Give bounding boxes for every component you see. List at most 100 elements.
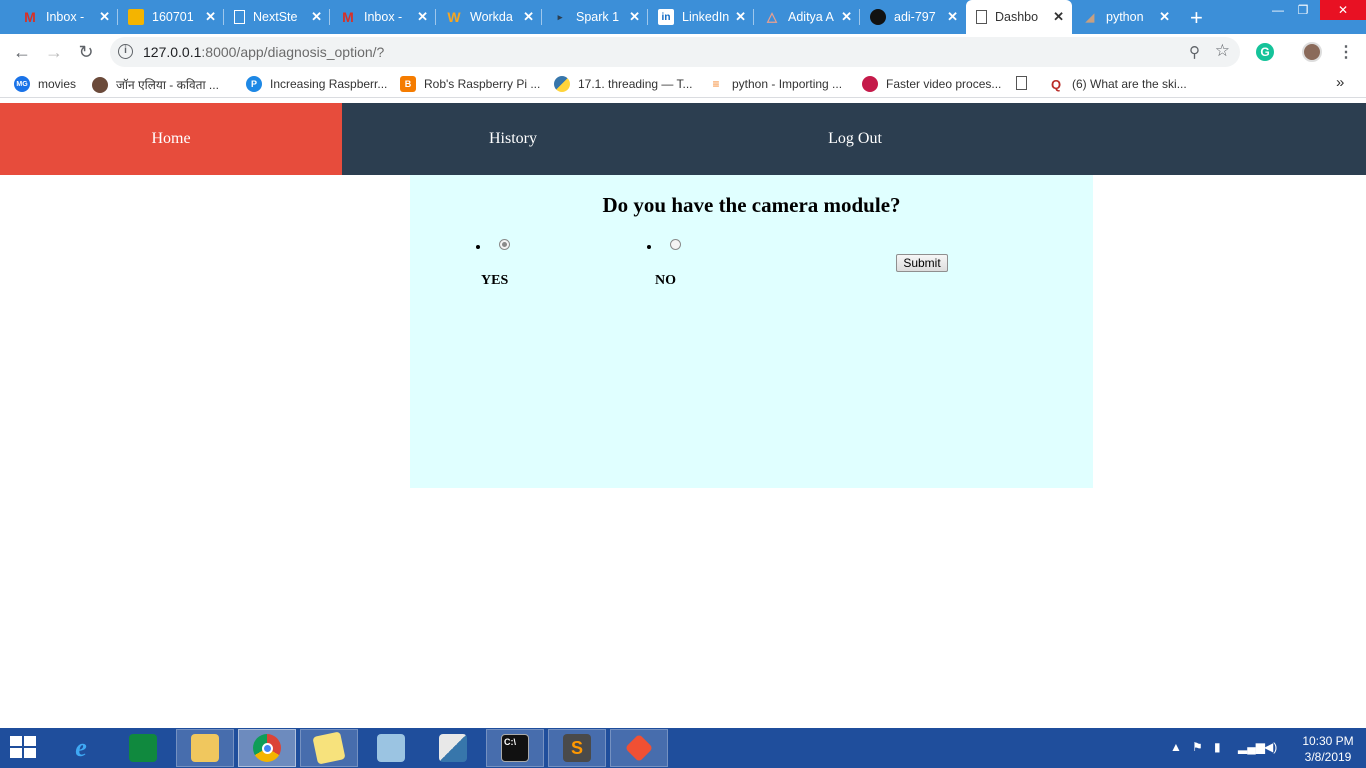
new-tab-icon[interactable]: +: [1190, 5, 1203, 31]
profile-avatar[interactable]: [1302, 42, 1322, 62]
drive-icon: △: [767, 9, 777, 24]
tab-inbox-1[interactable]: M Inbox - ✕: [12, 0, 118, 34]
bookmark-label: 17.1. threading — T...: [578, 77, 693, 91]
tab-title: Workda: [470, 10, 513, 24]
tab-dashboard[interactable]: Dashbo ✕: [966, 0, 1072, 34]
taskbar-cmd[interactable]: C:\: [486, 729, 544, 767]
bookmark-label: (6) What are the ski...: [1072, 77, 1187, 91]
action-center-flag-icon[interactable]: ⚑: [1192, 740, 1203, 754]
tab-title: python: [1106, 10, 1144, 24]
bookmark-robs-raspberry[interactable]: B Rob's Raspberry Pi ...: [400, 76, 540, 92]
tab-title: adi-797: [894, 10, 936, 24]
tab-title: NextSte: [253, 10, 298, 24]
label-no: NO: [655, 273, 676, 288]
minimize-icon[interactable]: —: [1270, 0, 1286, 20]
show-hidden-icons[interactable]: ▲: [1170, 740, 1182, 754]
tab-nextstep[interactable]: NextSte ✕: [224, 0, 330, 34]
battery-icon[interactable]: ▮: [1214, 740, 1221, 754]
tab-title: Dashbo: [995, 10, 1039, 24]
tab-workday[interactable]: W Workda ✕: [436, 0, 542, 34]
windows-taskbar: e C:\ S ▲ ⚑ ▮ ▂▄▆ ◀) 10:30 PM 3/8/2019: [0, 728, 1366, 768]
bookmark-label: python - Importing ...: [732, 77, 843, 91]
bookmark-threading[interactable]: 17.1. threading — T...: [554, 76, 693, 92]
tab-160701[interactable]: 160701 ✕: [118, 0, 224, 34]
taskbar-sublime[interactable]: S: [548, 729, 606, 767]
tab-title: Inbox -: [364, 10, 403, 24]
bookmark-python-importing[interactable]: ≡ python - Importing ...: [708, 76, 842, 92]
nav-history[interactable]: History: [342, 103, 684, 175]
close-tab-icon[interactable]: ✕: [311, 9, 322, 25]
control-panel-icon: [377, 734, 405, 762]
close-tab-icon[interactable]: ✕: [1053, 9, 1064, 25]
forward-icon[interactable]: →: [44, 42, 64, 62]
close-tab-icon[interactable]: ✕: [99, 9, 110, 25]
taskbar-explorer[interactable]: [176, 729, 234, 767]
network-icon[interactable]: ▂▄▆: [1238, 740, 1265, 754]
close-tab-icon[interactable]: ✕: [735, 9, 746, 25]
address-bar[interactable]: i 127.0.0.1:8000/app/diagnosis_option/? …: [110, 37, 1240, 67]
close-tab-icon[interactable]: ✕: [947, 9, 958, 25]
close-tab-icon[interactable]: ✕: [841, 9, 852, 25]
reload-icon[interactable]: ↻: [76, 42, 96, 62]
tab-spark[interactable]: ▸ Spark 1 ✕: [542, 0, 648, 34]
url-text[interactable]: 127.0.0.1:8000/app/diagnosis_option/?: [143, 44, 384, 60]
tab-aditya[interactable]: △ Aditya A ✕: [754, 0, 860, 34]
close-tab-icon[interactable]: ✕: [629, 9, 640, 25]
page-icon: [976, 10, 987, 24]
bookmark-jaun-elia[interactable]: जॉन एलिया - कविता ...: [92, 76, 219, 93]
close-tab-icon[interactable]: ✕: [417, 9, 428, 25]
stackoverflow-icon: ≡: [712, 77, 720, 91]
tab-github[interactable]: adi-797 ✕: [860, 0, 966, 34]
taskbar-sticky-notes[interactable]: [300, 729, 358, 767]
git-icon: [624, 733, 654, 763]
taskbar-store[interactable]: [114, 729, 172, 767]
tab-title: 160701: [152, 10, 194, 24]
info-icon[interactable]: i: [118, 44, 133, 59]
taskbar-ie[interactable]: e: [52, 729, 110, 767]
tab-python[interactable]: ◢ python ✕: [1072, 0, 1178, 34]
bookmark-faster-video[interactable]: Faster video proces...: [862, 76, 1001, 92]
volume-icon[interactable]: ◀): [1264, 740, 1277, 754]
avatar-icon: [92, 76, 108, 93]
close-tab-icon[interactable]: ✕: [523, 9, 534, 25]
browser-toolbar: ← → ↻ i 127.0.0.1:8000/app/diagnosis_opt…: [0, 34, 1366, 70]
app-nav: Home History Log Out: [0, 103, 1366, 175]
taskbar-git[interactable]: [610, 729, 668, 767]
python-icon: [554, 76, 570, 92]
url-path: :8000/app/diagnosis_option/?: [201, 44, 385, 60]
bookmark-increasing-raspberry[interactable]: P Increasing Raspberr...: [246, 76, 387, 92]
radio-yes[interactable]: [499, 239, 510, 250]
close-window-icon[interactable]: ✕: [1320, 0, 1366, 20]
bookmark-label: जॉन एलिया - कविता ...: [116, 78, 219, 92]
zoom-icon[interactable]: ⚲: [1189, 43, 1200, 61]
taskbar-python[interactable]: [424, 729, 482, 767]
menu-kebab-icon[interactable]: ⋮: [1338, 42, 1354, 62]
more-bookmarks-icon[interactable]: »: [1336, 74, 1344, 91]
close-tab-icon[interactable]: ✕: [1159, 9, 1170, 25]
tab-inbox-2[interactable]: M Inbox - ✕: [330, 0, 436, 34]
tab-linkedin[interactable]: in LinkedIn ✕: [648, 0, 754, 34]
tab-title: Spark 1: [576, 10, 620, 24]
back-icon[interactable]: ←: [12, 42, 32, 62]
bookmark-label: movies: [38, 77, 77, 91]
nav-home[interactable]: Home: [0, 103, 342, 175]
close-tab-icon[interactable]: ✕: [205, 9, 216, 25]
radio-no[interactable]: [670, 239, 681, 250]
nav-logout[interactable]: Log Out: [684, 103, 1026, 175]
taskbar-control-panel[interactable]: [362, 729, 420, 767]
bookmark-quora[interactable]: Q (6) What are the ski...: [1048, 76, 1187, 92]
list-bullet: [647, 245, 651, 249]
tab-title: LinkedIn: [682, 10, 730, 24]
blogger-icon: B: [400, 76, 416, 92]
bookmark-page[interactable]: [1016, 76, 1035, 90]
pi-icon: P: [246, 76, 262, 92]
submit-button[interactable]: Submit: [896, 254, 948, 272]
windows-start-icon[interactable]: [10, 736, 38, 760]
system-clock[interactable]: 10:30 PM 3/8/2019: [1298, 733, 1358, 765]
grammarly-icon[interactable]: G: [1256, 43, 1274, 61]
restore-icon[interactable]: ❐: [1294, 0, 1312, 20]
github-icon: [870, 9, 886, 25]
bookmark-star-icon[interactable]: ☆: [1215, 41, 1230, 61]
bookmark-movies[interactable]: MG movies: [14, 76, 76, 92]
taskbar-chrome[interactable]: [238, 729, 296, 767]
